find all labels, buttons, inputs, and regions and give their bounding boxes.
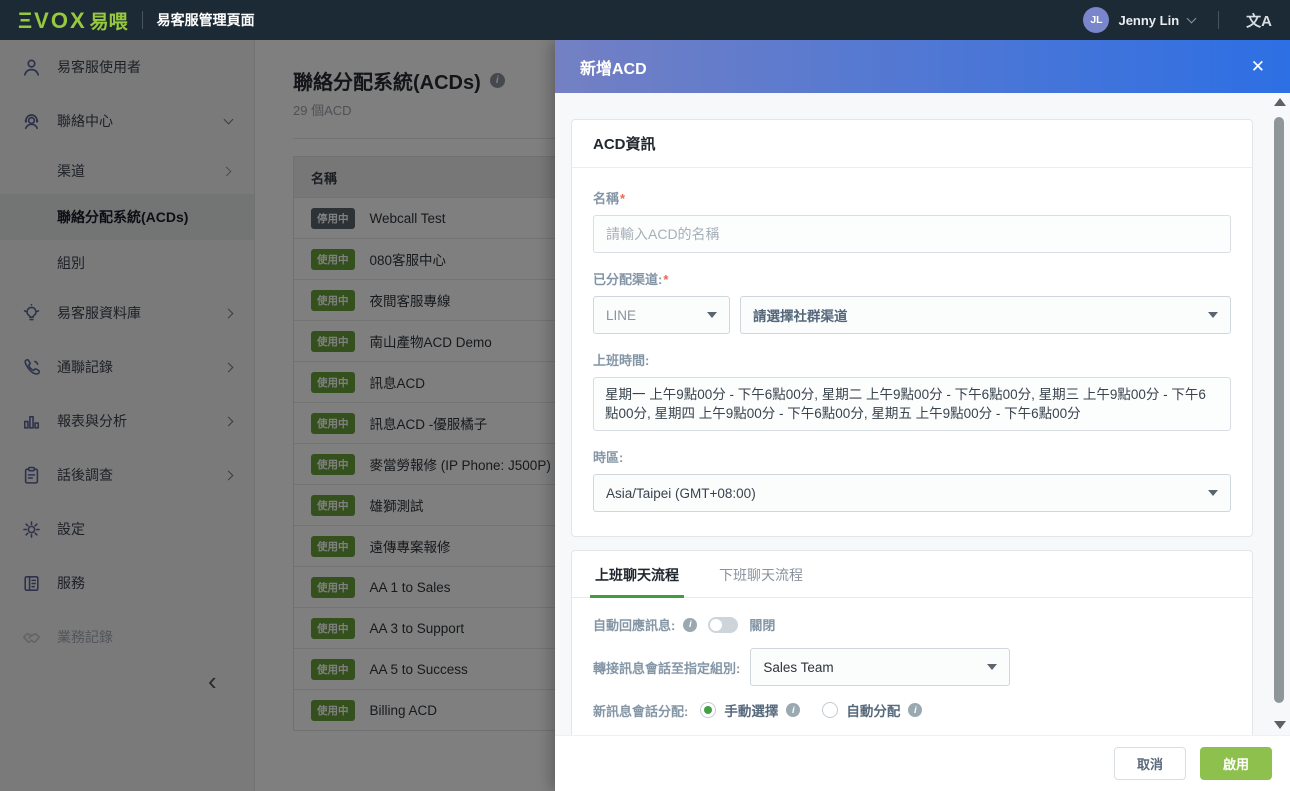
work-hours-label: 上班時間: xyxy=(593,353,650,368)
timezone-value: Asia/Taipei (GMT+08:00) xyxy=(606,485,756,501)
work-hours-value[interactable]: 星期一 上午9點00分 - 下午6點00分, 星期二 上午9點00分 - 下午6… xyxy=(593,377,1231,432)
scroll-down-icon[interactable] xyxy=(1274,721,1286,729)
close-icon[interactable]: ✕ xyxy=(1251,58,1265,75)
transfer-group-value: Sales Team xyxy=(763,659,834,675)
drawer-body: ACD資訊 名稱* 已分配渠道:* LINE xyxy=(555,93,1290,735)
enable-button[interactable]: 啟用 xyxy=(1199,747,1272,780)
topbar: ΞVOX 易喂 易客服管理頁面 JL Jenny Lin 文A xyxy=(0,0,1290,40)
chat-flow-card: 上班聊天流程 下班聊天流程 自動回應訊息: 關閉 轉接訊息會話至指定組別: Sa… xyxy=(571,550,1253,735)
timezone-label: 時區: xyxy=(593,450,624,466)
channel-type-select[interactable]: LINE xyxy=(593,296,730,334)
tab-offduty-flow[interactable]: 下班聊天流程 xyxy=(717,551,805,597)
section-title: ACD資訊 xyxy=(572,120,1252,168)
flow-tabs: 上班聊天流程 下班聊天流程 xyxy=(572,551,1252,599)
acd-name-input[interactable] xyxy=(593,215,1231,253)
channel-label: 已分配渠道:* xyxy=(593,272,669,287)
evox-logo: ΞVOX 易喂 xyxy=(18,7,128,34)
logo-cjk: 易喂 xyxy=(89,11,128,33)
acd-info-card: ACD資訊 名稱* 已分配渠道:* LINE xyxy=(571,119,1253,538)
scrollbar-thumb[interactable] xyxy=(1274,117,1284,703)
drawer-footer: 取消 啟用 xyxy=(555,735,1290,791)
radio-manual-label: 手動選擇 xyxy=(724,704,779,720)
translate-icon[interactable]: 文A xyxy=(1246,10,1272,31)
caret-down-icon xyxy=(1208,312,1218,318)
caret-down-icon xyxy=(1208,490,1218,497)
info-icon[interactable] xyxy=(908,703,923,718)
logo-text: ΞVOX xyxy=(18,7,87,33)
social-channel-select[interactable]: 請選擇社群渠道 xyxy=(740,296,1231,334)
auto-reply-label: 自動回應訊息: xyxy=(593,618,676,634)
transfer-group-label: 轉接訊息會話至指定組別: xyxy=(593,660,741,676)
tab-onduty-flow[interactable]: 上班聊天流程 xyxy=(590,551,684,599)
social-channel-placeholder: 請選擇社群渠道 xyxy=(753,309,848,324)
scrollbar xyxy=(1272,98,1286,729)
topbar-divider xyxy=(1218,11,1220,29)
scroll-up-icon[interactable] xyxy=(1274,98,1286,106)
assignment-label: 新訊息會話分配: xyxy=(593,703,689,719)
cancel-button[interactable]: 取消 xyxy=(1113,747,1186,780)
drawer-header: 新增ACD ✕ xyxy=(555,40,1290,93)
drawer-title: 新增ACD xyxy=(580,60,647,78)
user-name[interactable]: Jenny Lin xyxy=(1118,13,1179,28)
transfer-group-select[interactable]: Sales Team xyxy=(750,648,1011,687)
caret-down-icon xyxy=(987,664,998,671)
info-icon[interactable] xyxy=(786,703,801,718)
timezone-select[interactable]: Asia/Taipei (GMT+08:00) xyxy=(593,474,1231,513)
name-label: 名稱* xyxy=(593,191,626,206)
auto-reply-toggle[interactable] xyxy=(708,616,739,633)
radio-auto-label: 自動分配 xyxy=(846,704,901,720)
topbar-divider xyxy=(141,11,143,29)
info-icon[interactable] xyxy=(683,617,698,632)
app-title: 易客服管理頁面 xyxy=(156,12,255,28)
chevron-down-icon[interactable] xyxy=(1186,13,1197,24)
avatar[interactable]: JL xyxy=(1083,7,1110,33)
required-asterisk: * xyxy=(663,272,669,287)
add-acd-drawer: 新增ACD ✕ ACD資訊 名稱* 已分配渠道:* LINE xyxy=(555,40,1290,791)
auto-reply-state: 關閉 xyxy=(749,618,776,634)
caret-down-icon xyxy=(707,312,717,318)
required-asterisk: * xyxy=(620,191,626,206)
radio-manual-select[interactable] xyxy=(700,702,717,719)
channel-type-value: LINE xyxy=(606,307,637,323)
radio-auto-assign[interactable] xyxy=(822,702,839,719)
